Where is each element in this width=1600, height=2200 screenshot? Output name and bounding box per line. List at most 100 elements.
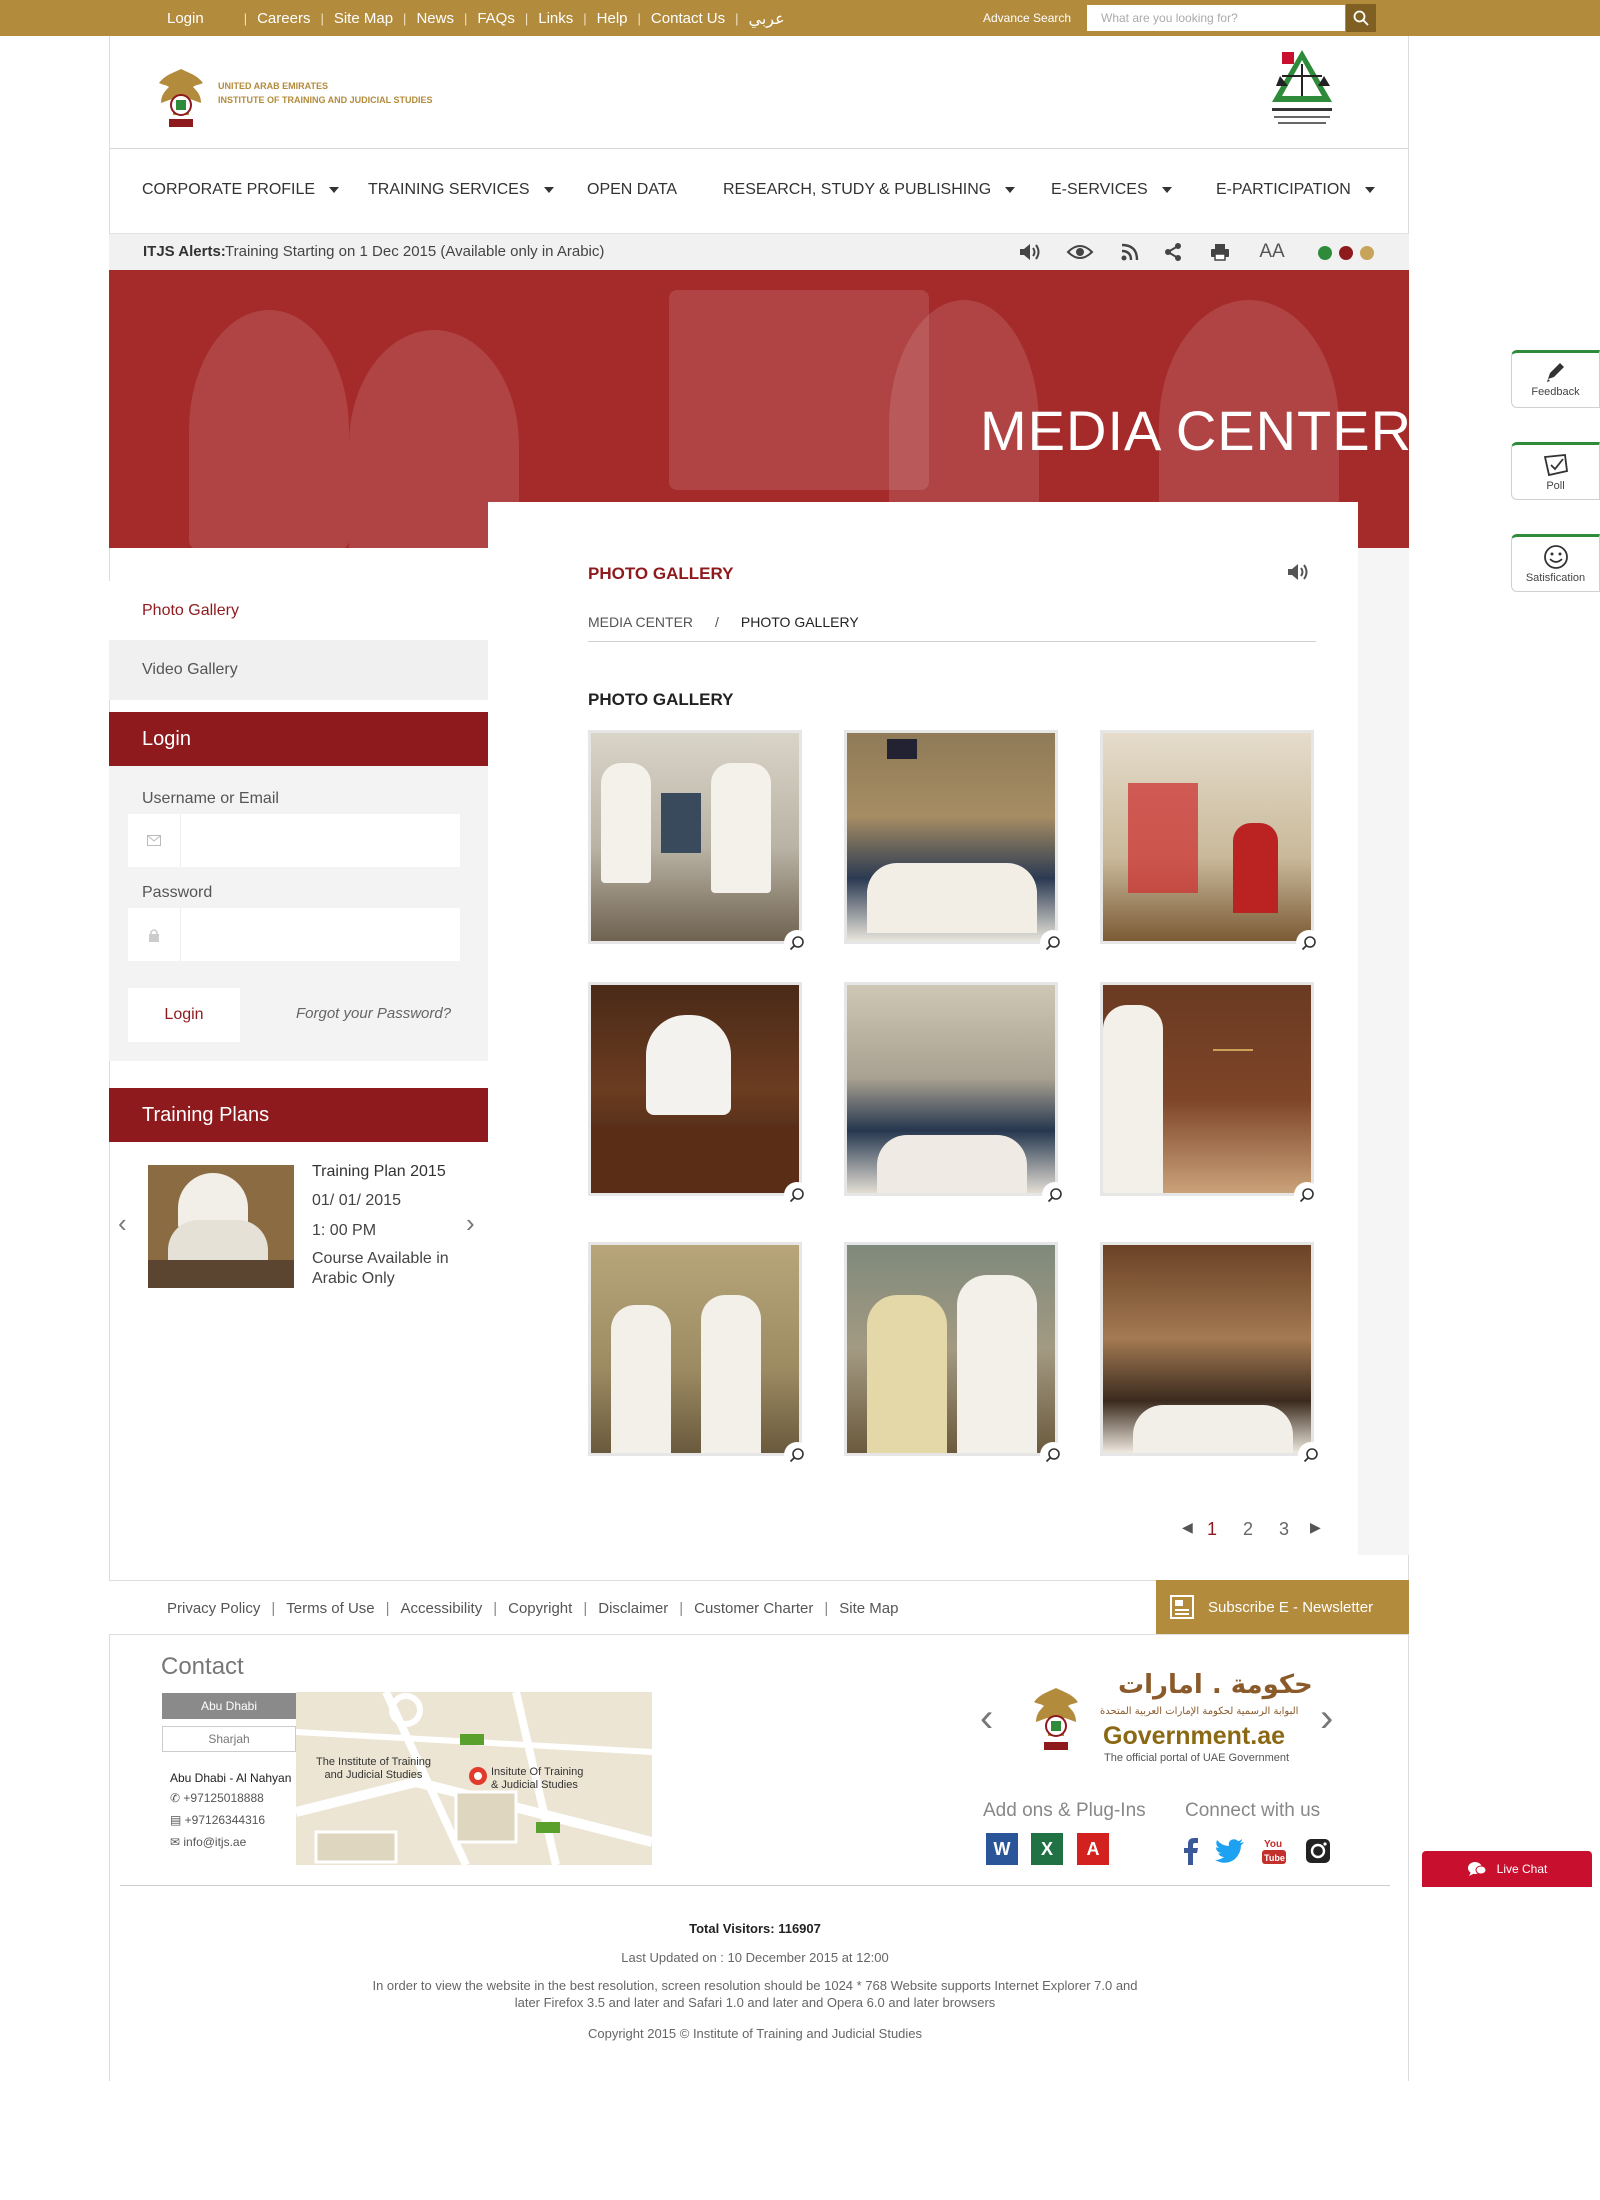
nav-training-services[interactable]: TRAINING SERVICES xyxy=(368,181,554,199)
zoom-icon[interactable] xyxy=(1298,1442,1324,1468)
footer-link-charter[interactable]: Customer Charter xyxy=(683,1600,824,1617)
gallery-thumbnail[interactable] xyxy=(588,1242,802,1456)
nav-open-data[interactable]: OPEN DATA xyxy=(587,181,677,199)
speaker-icon[interactable] xyxy=(1285,560,1311,584)
pager-next-icon[interactable]: ▶ xyxy=(1310,1519,1321,1536)
gallery-thumbnail[interactable] xyxy=(1100,730,1314,944)
phone-number[interactable]: ✆ +97125018888 xyxy=(170,1791,264,1805)
footer-link-privacy[interactable]: Privacy Policy xyxy=(156,1600,271,1617)
top-careers-link[interactable]: Careers xyxy=(247,10,320,27)
location-map[interactable]: The Institute of Training and Judicial S… xyxy=(296,1692,652,1865)
speaker-icon[interactable] xyxy=(1017,240,1043,264)
nav-corporate-profile[interactable]: CORPORATE PROFILE xyxy=(142,181,340,199)
zoom-icon[interactable] xyxy=(1042,1182,1068,1208)
newsletter-button[interactable]: Subscribe E - Newsletter xyxy=(1156,1580,1409,1634)
city-tab-abu-dhabi[interactable]: Abu Dhabi xyxy=(162,1693,296,1719)
word-icon[interactable]: W xyxy=(986,1833,1018,1865)
top-news-link[interactable]: News xyxy=(406,10,464,27)
training-plan-name[interactable]: Training Plan 2015 xyxy=(312,1163,446,1181)
chevron-left-icon[interactable]: ‹ xyxy=(118,1208,127,1239)
feedback-tab[interactable]: Feedback xyxy=(1511,350,1600,408)
top-arabic-link[interactable]: عربي xyxy=(739,9,795,28)
pager-page-1[interactable]: 1 xyxy=(1207,1519,1217,1540)
twitter-icon[interactable] xyxy=(1215,1836,1245,1866)
uae-emblem-logo[interactable] xyxy=(155,65,207,131)
facebook-icon[interactable] xyxy=(1176,1836,1206,1866)
footer-link-disclaimer[interactable]: Disclaimer xyxy=(587,1600,679,1617)
zoom-icon[interactable] xyxy=(1294,1182,1320,1208)
login-button[interactable]: Login xyxy=(128,988,240,1042)
theme-gold-swatch[interactable] xyxy=(1360,246,1374,260)
pager-page-2[interactable]: 2 xyxy=(1243,1519,1253,1540)
print-icon[interactable] xyxy=(1208,240,1232,264)
nav-label: E-PARTICIPATION xyxy=(1216,181,1351,198)
excel-icon[interactable]: X xyxy=(1031,1833,1063,1865)
font-size-toggle[interactable]: AA xyxy=(1256,240,1288,264)
advance-search-link[interactable]: Advance Search xyxy=(983,11,1071,25)
map-label: & Judicial Studies xyxy=(491,1779,578,1791)
theme-red-swatch[interactable] xyxy=(1339,246,1353,260)
itjs-logo[interactable] xyxy=(1252,46,1352,136)
youtube-icon[interactable]: You Tube xyxy=(1259,1836,1289,1866)
chevron-right-icon[interactable]: › xyxy=(466,1208,475,1239)
pdf-icon[interactable]: A xyxy=(1077,1833,1109,1865)
map-label: and Judicial Studies xyxy=(324,1769,423,1781)
rss-icon[interactable] xyxy=(1119,240,1141,264)
footer-link-accessibility[interactable]: Accessibility xyxy=(390,1600,494,1617)
gallery-thumbnail[interactable] xyxy=(844,982,1058,1196)
training-plan-date: 01/ 01/ 2015 xyxy=(312,1192,401,1209)
gallery-thumbnail[interactable] xyxy=(588,982,802,1196)
top-faqs-link[interactable]: FAQs xyxy=(467,10,525,27)
live-chat-button[interactable]: Live Chat xyxy=(1422,1851,1592,1887)
email-link[interactable]: ✉ info@itjs.ae xyxy=(170,1835,246,1849)
gallery-thumbnail[interactable] xyxy=(1100,1242,1314,1456)
pager-prev-icon[interactable]: ◀ xyxy=(1182,1519,1193,1536)
zoom-icon[interactable] xyxy=(784,1182,810,1208)
gallery-thumbnail[interactable] xyxy=(1100,982,1314,1196)
nav-e-services[interactable]: E-SERVICES xyxy=(1051,181,1172,199)
gallery-thumbnail[interactable] xyxy=(844,730,1058,944)
theme-green-swatch[interactable] xyxy=(1318,246,1332,260)
uae-emblem-logo[interactable] xyxy=(1028,1684,1084,1756)
chevron-right-icon[interactable]: › xyxy=(1320,1696,1333,1741)
poll-tab[interactable]: Poll xyxy=(1511,442,1600,500)
city-tab-sharjah[interactable]: Sharjah xyxy=(162,1726,296,1752)
gallery-thumbnail[interactable] xyxy=(588,730,802,944)
last-updated: Last Updated on : 10 December 2015 at 12… xyxy=(621,1950,889,1965)
gov-portal-english[interactable]: Government.ae xyxy=(1103,1722,1285,1751)
instagram-icon[interactable] xyxy=(1303,1836,1333,1866)
sidebar-item-video-gallery[interactable]: Video Gallery xyxy=(109,640,488,700)
zoom-icon[interactable] xyxy=(784,1442,810,1468)
breadcrumb-media-center[interactable]: MEDIA CENTER xyxy=(588,614,693,630)
pager-page-3[interactable]: 3 xyxy=(1279,1519,1289,1540)
alert-text[interactable]: Training Starting on 1 Dec 2015 (Availab… xyxy=(225,243,604,260)
top-login-link[interactable]: Login xyxy=(157,10,214,27)
gov-portal-arabic[interactable]: حكومة . امارات xyxy=(1118,1670,1313,1700)
nav-e-participation[interactable]: E-PARTICIPATION xyxy=(1216,181,1375,199)
zoom-icon[interactable] xyxy=(1296,930,1322,956)
top-contact-link[interactable]: Contact Us xyxy=(641,10,735,27)
search-input[interactable] xyxy=(1087,5,1345,31)
login-title: Login xyxy=(142,727,191,750)
sidebar-item-photo-gallery[interactable]: Photo Gallery xyxy=(109,581,488,641)
zoom-icon[interactable] xyxy=(1040,930,1066,956)
nav-research[interactable]: RESEARCH, STUDY & PUBLISHING xyxy=(723,181,1016,199)
share-icon[interactable] xyxy=(1162,240,1184,264)
top-sitemap-link[interactable]: Site Map xyxy=(324,10,403,27)
home-icon[interactable] xyxy=(214,9,244,27)
chevron-down-icon xyxy=(1161,187,1172,193)
top-links-link[interactable]: Links xyxy=(528,10,583,27)
footer-link-sitemap[interactable]: Site Map xyxy=(828,1600,909,1617)
footer-link-terms[interactable]: Terms of Use xyxy=(275,1600,385,1617)
top-help-link[interactable]: Help xyxy=(587,10,638,27)
eye-icon[interactable] xyxy=(1066,240,1094,264)
gallery-thumbnail[interactable] xyxy=(844,1242,1058,1456)
search-button[interactable] xyxy=(1346,4,1376,32)
chevron-left-icon[interactable]: ‹ xyxy=(980,1696,993,1741)
zoom-icon[interactable] xyxy=(1040,1442,1066,1468)
footer-link-copyright[interactable]: Copyright xyxy=(497,1600,583,1617)
zoom-icon[interactable] xyxy=(784,930,810,956)
training-plan-image[interactable] xyxy=(148,1165,294,1288)
forgot-password-link[interactable]: Forgot your Password? xyxy=(296,1005,451,1022)
satisfaction-tab[interactable]: Satisfication xyxy=(1511,534,1600,592)
